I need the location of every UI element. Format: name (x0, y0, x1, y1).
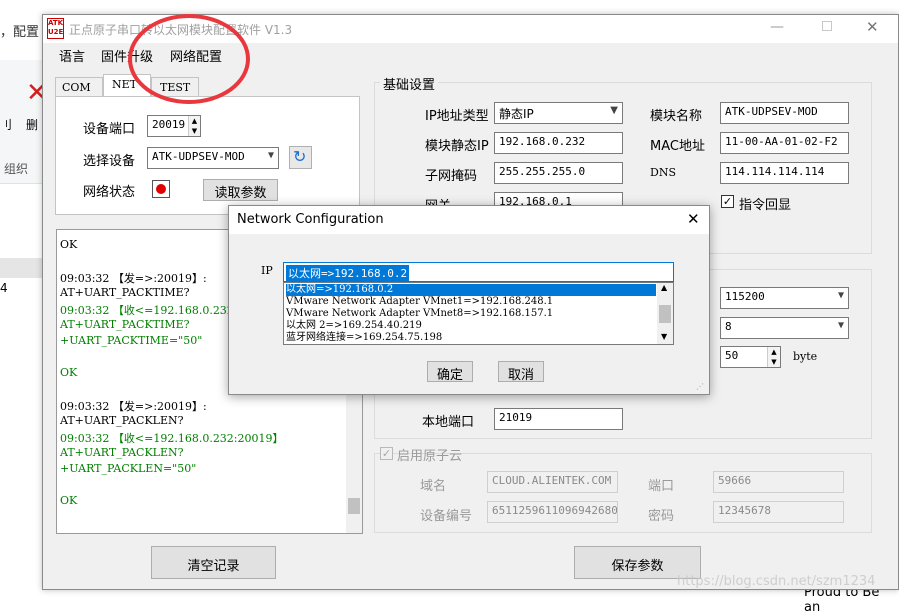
read-params-button[interactable]: 读取参数 (203, 179, 278, 201)
log-line: OK (60, 494, 78, 507)
cancel-button[interactable]: 取消 (498, 361, 544, 383)
ip-type-label: IP地址类型 (425, 109, 489, 124)
device-id-label: 设备编号 (420, 509, 473, 524)
logo-text-top: ATK (48, 19, 64, 27)
close-icon[interactable]: ✕ (866, 18, 879, 36)
dialog-close-icon[interactable]: ✕ (687, 210, 700, 228)
echo-checkbox[interactable]: ✓ (721, 195, 734, 208)
basic-settings-title: 基础设置 (380, 74, 439, 93)
ok-button[interactable]: 确定 (427, 361, 473, 383)
ip-option[interactable]: VMware Network Adapter VMnet8=>192.168.1… (286, 308, 656, 320)
pack-length-spin-arrows[interactable]: ▲ ▼ (767, 347, 780, 367)
dialog-title-bar: Network Configuration ✕ (229, 206, 709, 234)
pack-length-unit: byte (793, 350, 818, 363)
chevron-up-icon[interactable]: ▲ (661, 283, 667, 292)
dropdown-scrollbar-thumb[interactable] (659, 305, 671, 323)
resize-grip-icon[interactable]: ⋰ (696, 382, 704, 391)
ip-type-value: 静态IP (499, 107, 534, 121)
subnet-field[interactable]: 255.255.255.0 (494, 162, 623, 184)
baud-rate-value: 115200 (725, 290, 765, 303)
refresh-button[interactable]: ↻ (289, 146, 312, 169)
domain-label: 域名 (420, 479, 447, 494)
log-line: OK (60, 238, 78, 251)
ip-combobox-value: 以太网=>192.168.0.2 (286, 265, 410, 281)
network-config-dialog: Network Configuration ✕ IP 以太网=>192.168.… (228, 205, 710, 395)
echo-label: 指令回显 (739, 198, 792, 213)
ip-type-select[interactable]: 静态IP ▼ (494, 102, 623, 124)
ip-option[interactable]: 以太网 2=>169.254.40.219 (286, 320, 656, 332)
chevron-down-icon: ▼ (610, 105, 618, 116)
cloud-port-field[interactable]: 59666 (713, 471, 844, 493)
enable-cloud-checkbox[interactable]: ✓ (380, 447, 393, 460)
device-label: 选择设备 (83, 154, 136, 169)
local-port-label: 本地端口 (422, 415, 475, 430)
background-delete-label: 删 (26, 118, 39, 132)
log-line: 09:03:32 【发=>:20019】: (60, 400, 207, 413)
port-spin-arrows[interactable]: ▲ ▼ (188, 116, 200, 136)
chevron-down-icon: ▼ (837, 290, 844, 301)
baud-rate-select[interactable]: 115200 ▼ (720, 287, 849, 309)
minimize-icon[interactable]: — (770, 19, 784, 35)
log-line: OK (60, 366, 78, 379)
status-label: 网络状态 (83, 185, 136, 200)
cloud-port-label: 端口 (648, 479, 675, 494)
data-bits-value: 8 (725, 320, 732, 333)
ip-label: IP (261, 264, 273, 277)
highlight-circle (128, 14, 250, 104)
local-port-field[interactable]: 21019 (494, 408, 623, 430)
log-line: AT+UART_PACKLEN? (60, 414, 184, 427)
refresh-icon: ↻ (293, 147, 307, 166)
log-line: AT+UART_PACKTIME? (60, 286, 190, 299)
data-bits-select[interactable]: 8 ▼ (720, 317, 849, 339)
maximize-icon[interactable] (822, 21, 832, 31)
chevron-down-icon[interactable]: ▼ (661, 332, 667, 341)
ip-option[interactable]: 以太网=>192.168.0.2 (286, 284, 656, 296)
module-name-label: 模块名称 (650, 109, 703, 124)
device-select-value: ATK-UDPSEV-MOD (152, 150, 245, 163)
app-logo: ATK U2E (47, 18, 64, 39)
mac-label: MAC地址 (650, 139, 705, 154)
ip-dropdown-list[interactable]: 以太网=>192.168.0.2 VMware Network Adapter V… (283, 282, 674, 345)
watermark: https://blog.csdn.net/szm1234 (677, 574, 876, 589)
log-line: 09:03:32 【收<=192.168.0.232: (60, 304, 238, 317)
chevron-down-icon: ▼ (267, 150, 274, 161)
status-indicator-icon (152, 180, 170, 198)
log-line: 09:03:32 【收<=192.168.0.232:20019】 (60, 432, 284, 445)
log-line: +UART_PACKTIME="50" (60, 334, 203, 347)
tab-com[interactable]: COM (55, 77, 103, 97)
device-id-field[interactable]: 65112596110969426801 (487, 501, 618, 523)
log-line: AT+UART_PACKLEN? (60, 446, 184, 459)
static-ip-label: 模块静态IP (425, 139, 489, 154)
ip-option[interactable]: VMware Network Adapter VMnet1=>192.168.2… (286, 296, 656, 308)
password-field[interactable]: 12345678 (713, 501, 844, 523)
mac-field[interactable]: 11-00-AA-01-02-F2 (720, 132, 849, 154)
domain-field[interactable]: CLOUD.ALIENTEK.COM (487, 471, 618, 493)
dns-label-text: DNS (650, 166, 676, 179)
clear-log-button[interactable]: 清空记录 (151, 546, 276, 579)
background-row-number: 4 (0, 281, 8, 295)
chevron-down-icon: ▼ (837, 320, 844, 331)
port-label: 设备端口 (83, 122, 136, 137)
device-select[interactable]: ATK-UDPSEV-MOD ▼ (147, 147, 279, 169)
background-selected-row (0, 258, 44, 278)
dns-field[interactable]: 114.114.114.114 (720, 162, 849, 184)
subnet-label: 子网掩码 (425, 169, 478, 184)
enable-cloud-label: 启用原子云 (397, 449, 463, 464)
background-ribbon-label: 刂 (0, 118, 13, 132)
background-group-label: 组织 (4, 162, 29, 176)
password-label: 密码 (648, 509, 675, 524)
module-name-field[interactable]: ATK-UDPSEV-MOD (720, 102, 849, 124)
log-line: 09:03:32 【发=>:20019】: (60, 272, 207, 285)
logo-text-bottom: U2E (48, 28, 64, 36)
background-left-text: ，配置 (0, 25, 40, 40)
menu-language[interactable]: 语言 (59, 46, 85, 65)
static-ip-field[interactable]: 192.168.0.232 (494, 132, 623, 154)
ip-combobox[interactable]: 以太网=>192.168.0.2 (283, 262, 674, 282)
dropdown-scrollbar[interactable]: ▲ ▼ (657, 283, 673, 344)
log-scrollbar-thumb[interactable] (348, 498, 360, 514)
log-line: +UART_PACKLEN="50" (60, 462, 197, 475)
ip-option[interactable]: 蓝牙网络连接=>169.254.75.198 (286, 332, 656, 344)
log-line: AT+UART_PACKTIME? (60, 318, 190, 331)
dialog-title: Network Configuration (237, 212, 384, 227)
